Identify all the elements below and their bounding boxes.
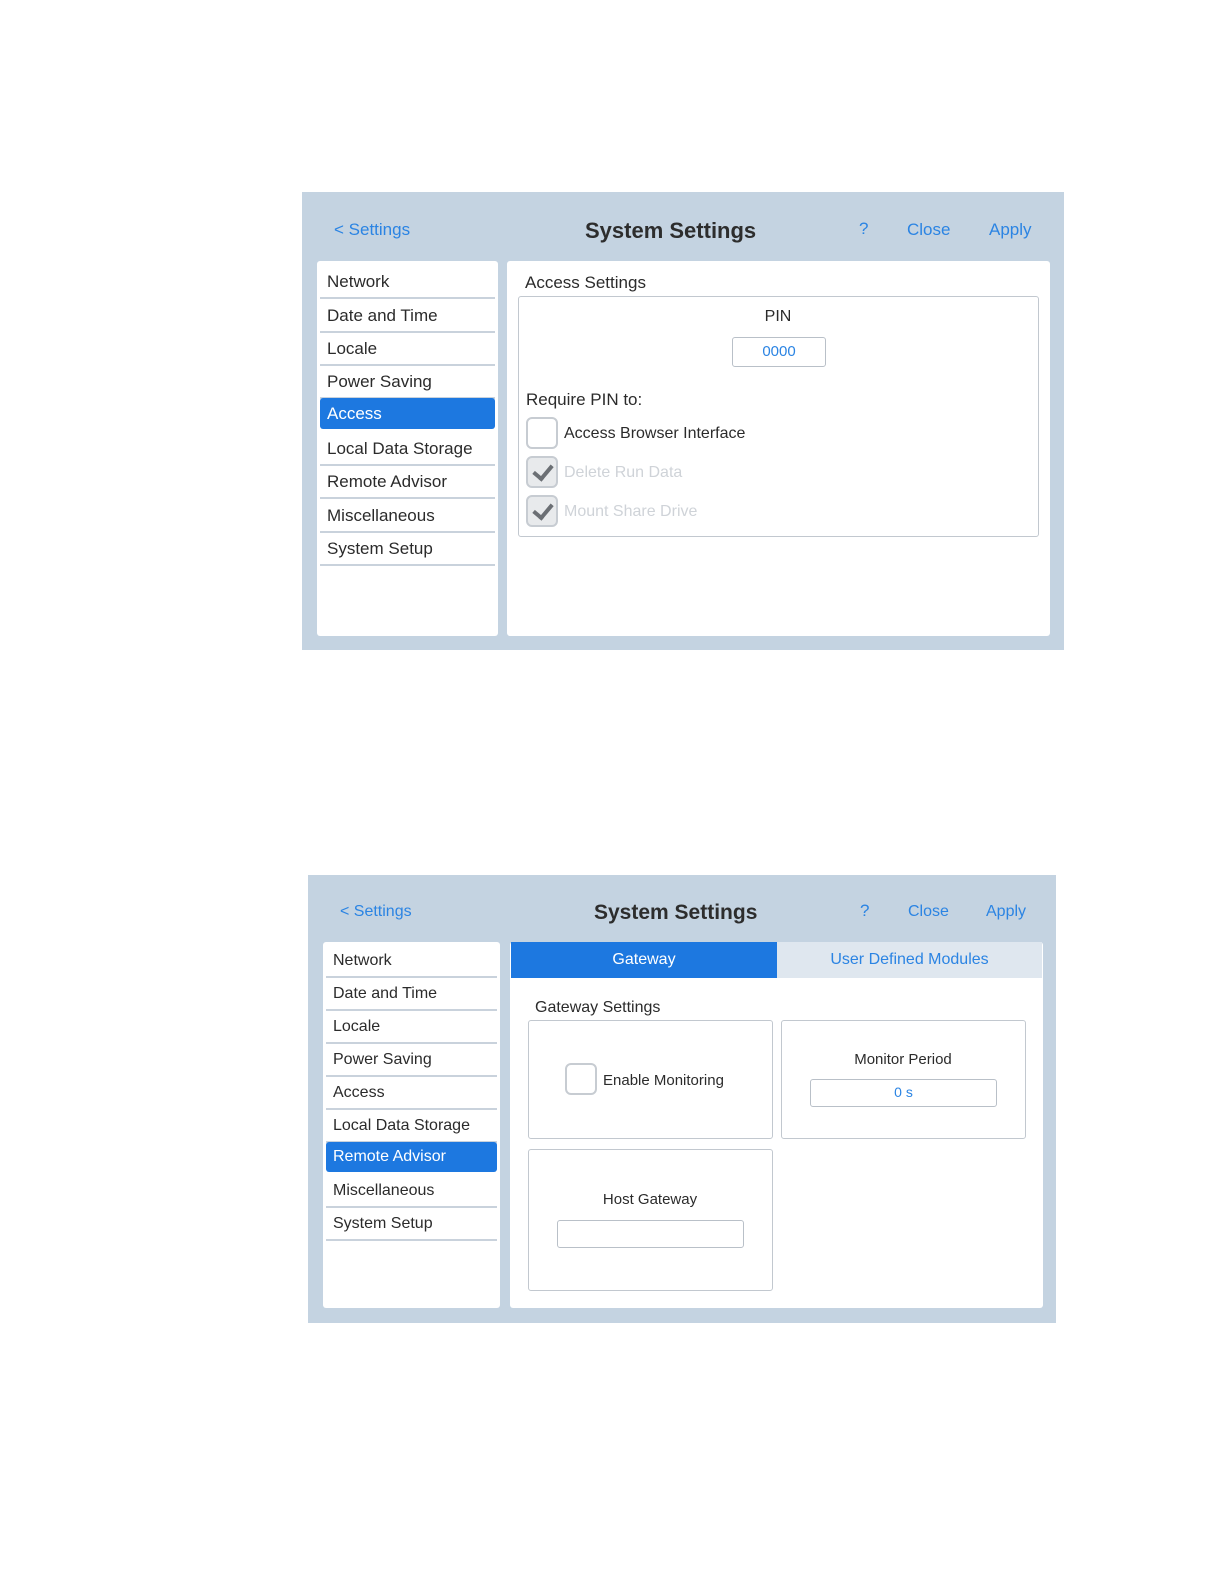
system-settings-access-screen: < Settings System Settings ? Close Apply… (302, 192, 1064, 650)
sidebar-item-label: Power Saving (327, 372, 432, 391)
access-browser-interface-checkbox[interactable] (526, 417, 558, 449)
sidebar-item-label: Access (327, 404, 382, 423)
enable-monitoring-label: Enable Monitoring (603, 1072, 724, 1089)
sidebar-item-access[interactable]: Access (326, 1077, 497, 1110)
access-browser-interface-label: Access Browser Interface (564, 425, 746, 442)
sidebar-item-label: Network (333, 952, 392, 969)
monitor-period-label: Monitor Period (854, 1051, 952, 1068)
back-to-settings-link[interactable]: < Settings (340, 903, 412, 921)
monitor-period-input[interactable]: 0 s (810, 1079, 997, 1107)
sidebar-item-label: Remote Advisor (327, 472, 447, 491)
sidebar-item-local-data-storage[interactable]: Local Data Storage (326, 1110, 497, 1143)
mount-share-drive-label: Mount Share Drive (564, 503, 698, 520)
system-settings-remote-advisor-screen: < Settings System Settings ? Close Apply… (308, 875, 1056, 1323)
pin-label: PIN (764, 308, 792, 325)
sidebar-item-locale[interactable]: Locale (326, 1011, 497, 1044)
help-button[interactable]: ? (859, 219, 868, 239)
sidebar-item-label: Miscellaneous (333, 1182, 435, 1199)
host-gateway-label: Host Gateway (602, 1191, 698, 1208)
sidebar-item-date-and-time[interactable]: Date and Time (320, 300, 495, 333)
sidebar-item-remote-advisor[interactable]: Remote Advisor (320, 466, 495, 499)
sidebar-item-label: Locale (327, 339, 378, 358)
sidebar-item-label: Locale (333, 1018, 381, 1035)
apply-button[interactable]: Apply (989, 220, 1032, 240)
sidebar-item-label: System Setup (333, 1215, 433, 1232)
tab-user-defined-modules[interactable]: User Defined Modules (777, 942, 1042, 978)
section-title: Access Settings (525, 273, 646, 292)
enable-monitoring-group: Enable Monitoring (528, 1020, 773, 1139)
section-title: Gateway Settings (535, 999, 661, 1016)
sidebar-item-miscellaneous[interactable]: Miscellaneous (320, 500, 495, 533)
access-settings-group: PIN 0000 Require PIN to: Access Browser … (518, 296, 1039, 537)
page-title: System Settings (594, 901, 758, 924)
sidebar-item-label: Date and Time (333, 985, 438, 1002)
tab-gateway[interactable]: Gateway (511, 942, 777, 978)
sidebar-item-access[interactable]: Access (320, 398, 495, 429)
sidebar-item-label: Local Data Storage (327, 439, 473, 458)
tab-label: Gateway (612, 951, 676, 968)
sidebar-item-power-saving[interactable]: Power Saving (320, 366, 495, 399)
sidebar-item-local-data-storage[interactable]: Local Data Storage (320, 433, 495, 466)
settings-sidebar: Network Date and Time Locale Power Savin… (323, 942, 500, 1308)
page-title: System Settings (585, 218, 757, 243)
sidebar-item-label: Date and Time (327, 306, 438, 325)
sidebar-item-date-and-time[interactable]: Date and Time (326, 978, 497, 1011)
sidebar-item-label: Power Saving (333, 1051, 432, 1068)
host-gateway-input[interactable] (557, 1220, 744, 1248)
apply-button[interactable]: Apply (986, 903, 1026, 921)
sidebar-item-network[interactable]: Network (326, 945, 497, 978)
sidebar-item-power-saving[interactable]: Power Saving (326, 1044, 497, 1077)
mount-share-drive-checkbox (526, 495, 558, 527)
settings-sidebar: Network Date and Time Locale Power Savin… (317, 261, 498, 636)
sidebar-item-label: Network (327, 272, 390, 291)
sidebar-item-locale[interactable]: Locale (320, 333, 495, 366)
back-to-settings-link[interactable]: < Settings (334, 220, 410, 240)
sidebar-item-network[interactable]: Network (320, 266, 495, 299)
host-gateway-group: Host Gateway (528, 1149, 773, 1291)
sidebar-item-system-setup[interactable]: System Setup (320, 533, 495, 566)
sidebar-item-label: System Setup (327, 539, 433, 558)
help-button[interactable]: ? (860, 901, 869, 921)
sidebar-item-system-setup[interactable]: System Setup (326, 1208, 497, 1241)
monitor-period-group: Monitor Period 0 s (781, 1020, 1026, 1139)
delete-run-data-label: Delete Run Data (564, 464, 683, 481)
access-settings-panel: Access Settings PIN 0000 Require PIN to:… (507, 261, 1050, 636)
sidebar-item-remote-advisor[interactable]: Remote Advisor (326, 1142, 497, 1172)
close-button[interactable]: Close (907, 220, 950, 240)
sidebar-item-label: Miscellaneous (327, 506, 435, 525)
delete-run-data-checkbox (526, 456, 558, 488)
close-button[interactable]: Close (908, 903, 949, 921)
remote-advisor-panel: Gateway User Defined Modules Gateway Set… (510, 942, 1043, 1308)
sidebar-item-label: Local Data Storage (333, 1117, 470, 1134)
tab-label: User Defined Modules (830, 951, 989, 968)
sidebar-item-miscellaneous[interactable]: Miscellaneous (326, 1175, 497, 1208)
pin-input[interactable]: 0000 (732, 337, 826, 367)
require-pin-label: Require PIN to: (526, 390, 643, 409)
enable-monitoring-checkbox[interactable] (565, 1063, 597, 1095)
sidebar-item-label: Access (333, 1084, 385, 1101)
sidebar-item-label: Remote Advisor (333, 1148, 446, 1165)
